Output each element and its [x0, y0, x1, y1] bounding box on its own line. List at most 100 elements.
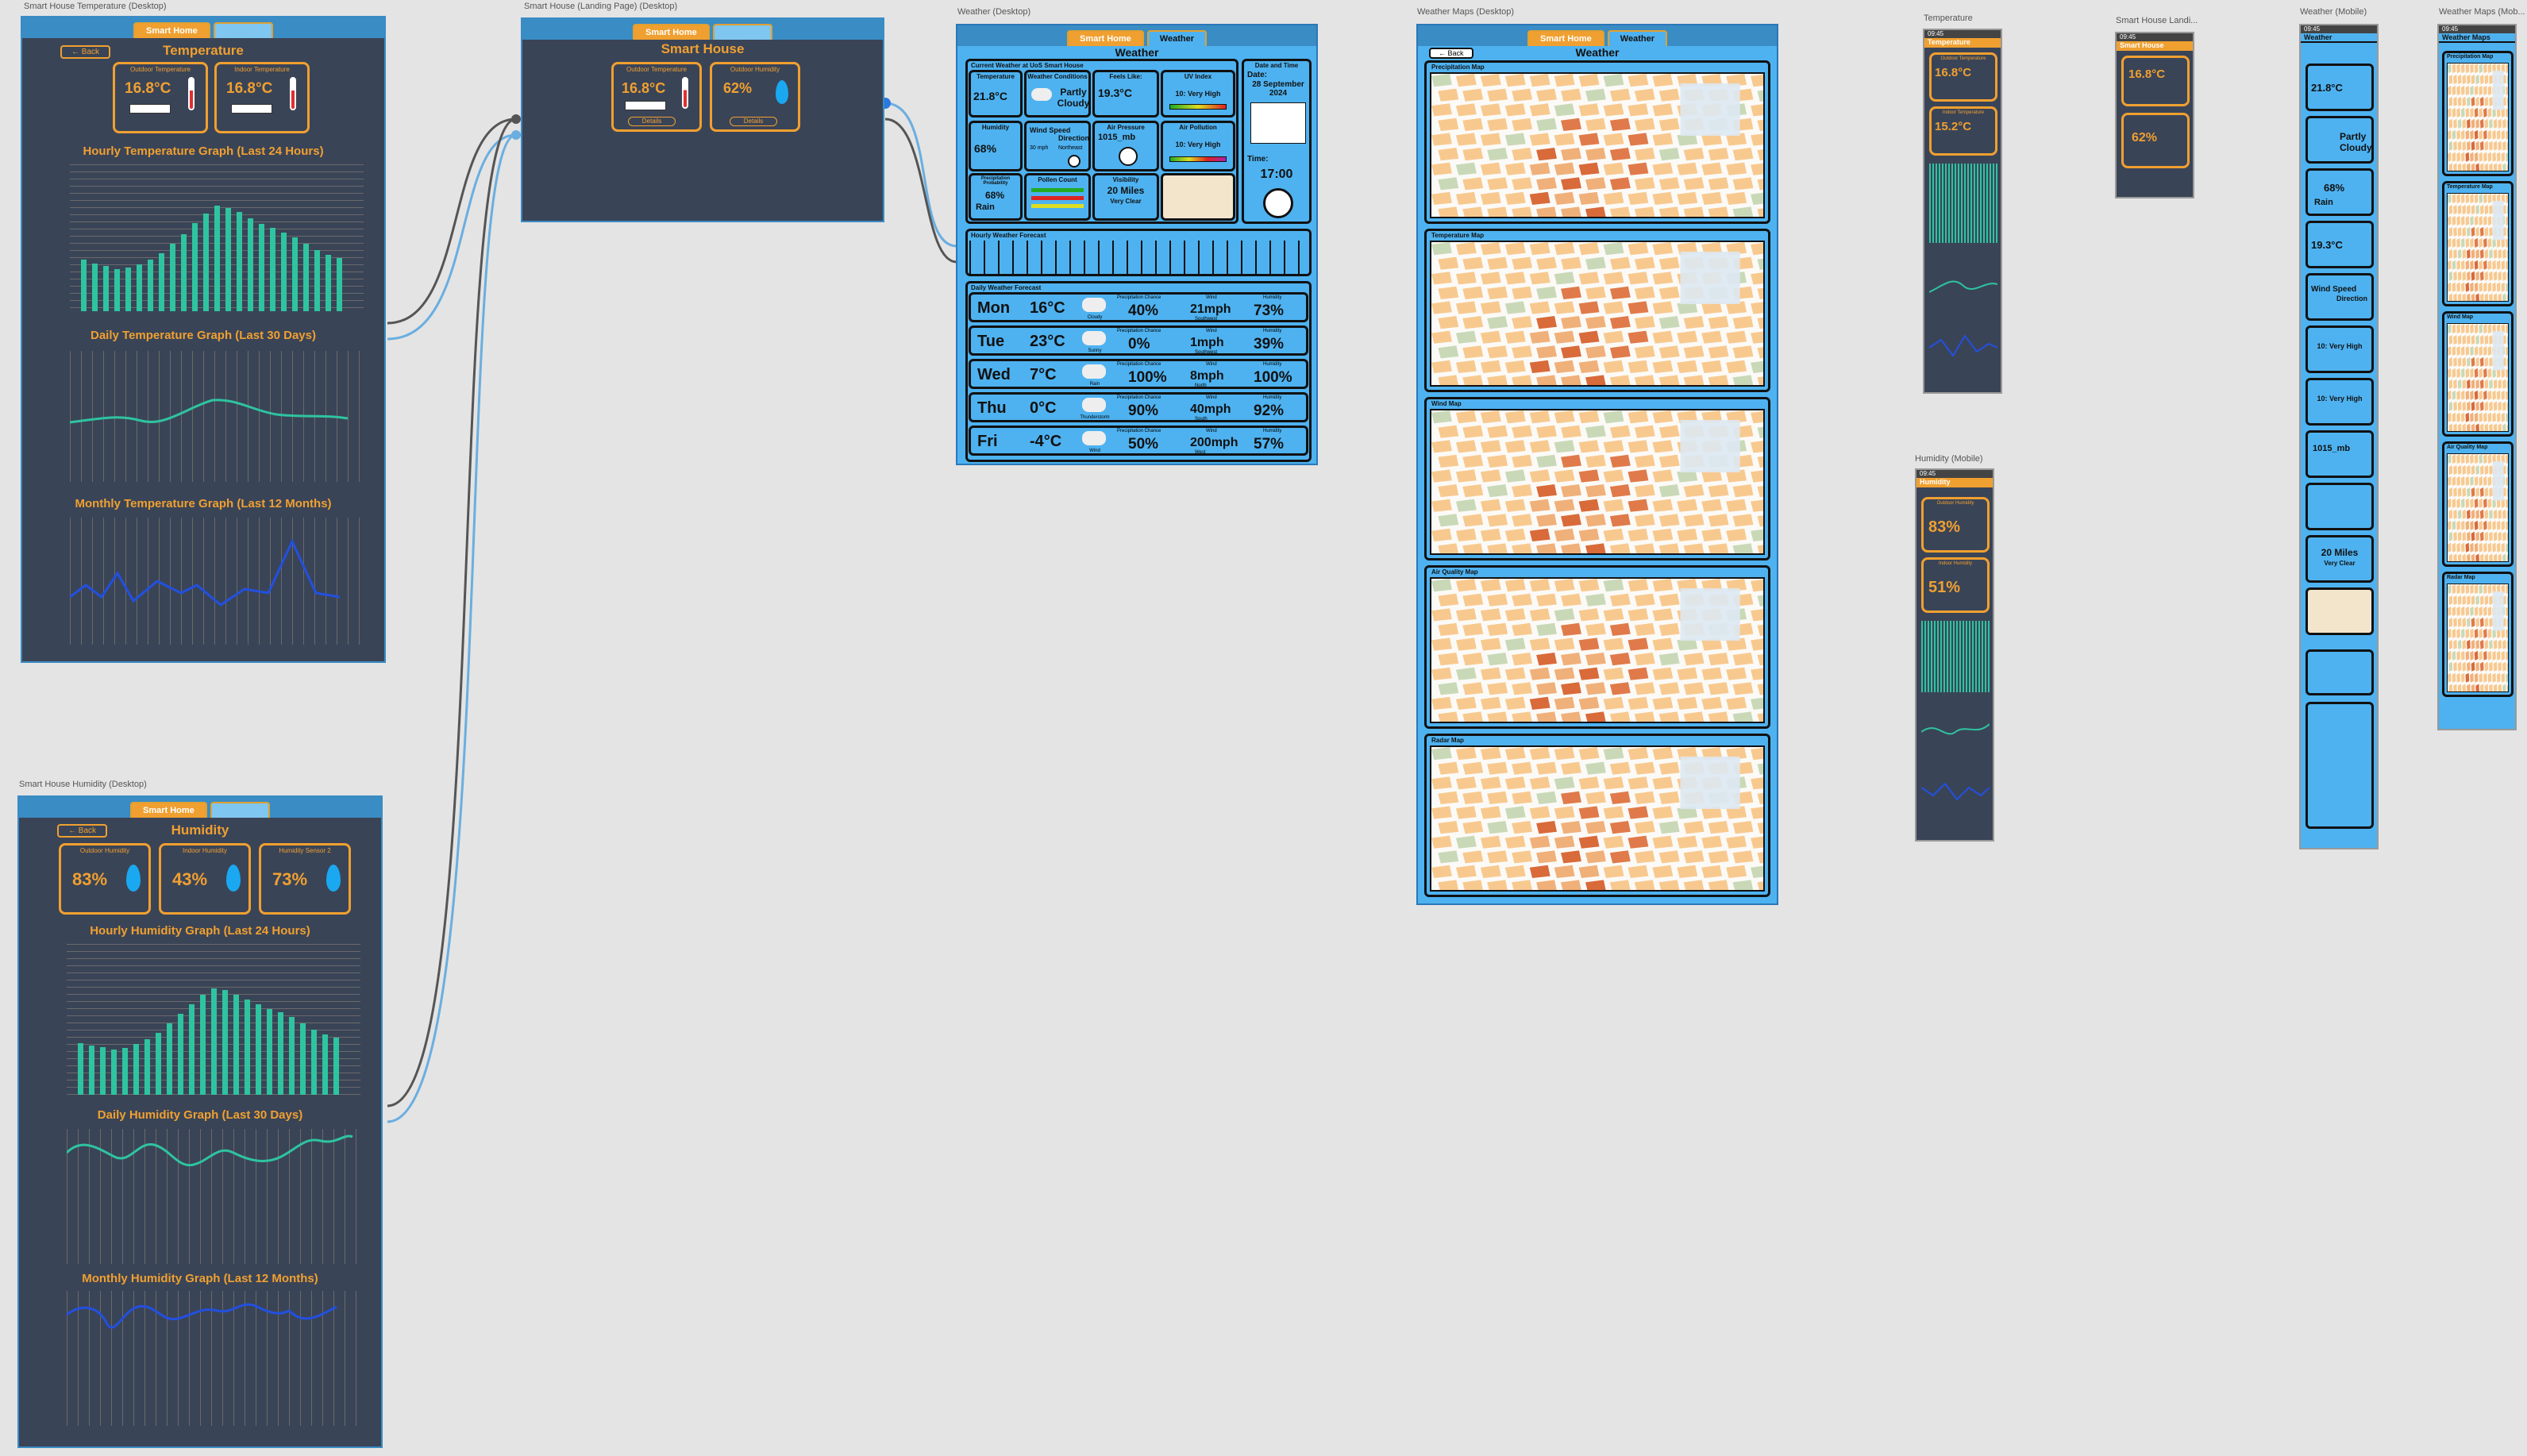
- mobile-map-panel-radar: Radar Map: [2442, 572, 2514, 697]
- daily-forecast-row: Thu 0°C Thunderstorm Precipitation Chanc…: [969, 392, 1308, 422]
- mobile-header-title: Humidity: [1916, 478, 1993, 487]
- mobile-precip-value: 68%: [2324, 182, 2345, 194]
- forecast-wind-dir: West: [1195, 450, 1206, 455]
- forecast-humidity: 100%: [1254, 369, 1292, 386]
- city-map-image[interactable]: [2447, 193, 2509, 302]
- map-title: Air Quality Map: [1431, 568, 1478, 576]
- tab-bar: Smart Home Weather: [1418, 25, 1777, 46]
- tab-smart-home[interactable]: Smart Home: [633, 24, 710, 40]
- mobile-visibility-box: 20 Miles Very Clear: [2306, 535, 2374, 583]
- wind-speed-label: Wind Speed: [1030, 126, 1071, 134]
- precip-chance-label: Precipitation Chance: [1117, 295, 1161, 300]
- mobile-indoor-label: Indoor Temperature: [1942, 110, 1985, 115]
- tab-smart-home[interactable]: Smart Home: [130, 802, 207, 818]
- back-button[interactable]: ← Back: [57, 824, 108, 838]
- mobile-hum-in-label: Indoor Humidity: [1938, 561, 1973, 566]
- tab-smart-home[interactable]: Smart Home: [133, 22, 210, 38]
- forecast-temp: 7°C: [1030, 366, 1057, 383]
- tab-weather[interactable]: Weather: [213, 22, 273, 38]
- outdoor-humidity-value: 83%: [72, 869, 108, 889]
- tab-weather[interactable]: Weather: [1146, 30, 1207, 46]
- water-drop-icon: [226, 865, 241, 892]
- temperature-mobile-frame: 09:45 Temperature Outdoor Temperature 16…: [1923, 29, 2002, 394]
- mobile-visibility-value: 20 Miles: [2321, 547, 2359, 558]
- landing-temp-card[interactable]: Outdoor Temperature 16.8°C Details: [611, 62, 702, 132]
- mobile-indoor-card: Indoor Temperature 15.2°C: [1929, 106, 1997, 156]
- mobile-visibility-status: Very Clear: [2324, 560, 2356, 567]
- tab-smart-home[interactable]: Smart Home: [1067, 30, 1144, 46]
- uv-label: UV Index: [1184, 73, 1212, 80]
- city-map-image[interactable]: [1430, 745, 1765, 892]
- mobile-cond-box: Partly Cloudy: [2306, 116, 2374, 164]
- mobile-landing-hum-card[interactable]: 62%: [2121, 113, 2190, 168]
- city-map-image[interactable]: [2447, 323, 2509, 432]
- precipitation-label: Precipitation Probability: [980, 176, 1011, 186]
- sensor2-humidity-value: 73%: [272, 869, 308, 889]
- thermometer-icon: [682, 77, 688, 109]
- landing-humidity-value: 62%: [723, 80, 753, 96]
- indoor-humidity-card: Indoor Humidity 43%: [159, 843, 251, 915]
- city-map-image[interactable]: [2447, 453, 2509, 562]
- tab-weather[interactable]: Weather: [1607, 30, 1667, 46]
- compass-icon: [1068, 155, 1081, 168]
- forecast-wind-dir: Southwest: [1195, 317, 1218, 322]
- details-button[interactable]: Details: [730, 117, 777, 126]
- wind-speed-value: 30 mph: [1030, 145, 1049, 151]
- mobile-hum-in-value: 51%: [1928, 579, 1961, 596]
- tab-bar: Smart Home Weather: [957, 25, 1316, 46]
- city-map-image[interactable]: [2447, 584, 2509, 692]
- forecast-condition-icon: [1082, 331, 1106, 345]
- mobile-landing-temp-card[interactable]: 16.8°C: [2121, 56, 2190, 106]
- monthly-humidity-line: [67, 1303, 337, 1329]
- mobile-pressure-value: 1015_mb: [2313, 444, 2351, 453]
- water-drop-icon: [126, 865, 141, 892]
- mobile-hourly-chart: [1921, 621, 1990, 692]
- indoor-temp-label: Indoor Temperature: [234, 66, 290, 73]
- landing-humidity-card[interactable]: Outdoor Humidity 62% Details: [710, 62, 800, 132]
- forecast-precip: 0%: [1128, 336, 1150, 352]
- indoor-temp-card: Indoor Temperature 16.8°C: [214, 62, 310, 133]
- unit-select[interactable]: [129, 104, 171, 114]
- details-button[interactable]: Details: [628, 117, 676, 126]
- mobile-mini-map[interactable]: [2306, 587, 2374, 635]
- landing-desktop-frame: Smart Home Weather Smart House Outdoor T…: [521, 17, 884, 222]
- city-map-image[interactable]: [1430, 241, 1765, 387]
- mini-map-box[interactable]: [1161, 173, 1235, 221]
- back-button[interactable]: ← Back: [60, 45, 111, 59]
- forecast-condition-icon: [1082, 398, 1106, 412]
- mobile-daily-forecast: [2306, 702, 2374, 829]
- mobile-wind-box: Wind Speed Direction: [2306, 273, 2374, 321]
- current-weather-label: Current Weather at UoS Smart House: [971, 62, 1084, 69]
- mobile-hum-out-value: 83%: [1928, 518, 1961, 536]
- mobile-pollution-box: 10: Very High: [2306, 378, 2374, 426]
- city-map-image[interactable]: [1430, 72, 1765, 218]
- tab-weather[interactable]: Weather: [712, 24, 772, 40]
- forecast-day: Wed: [977, 366, 1011, 383]
- tab-smart-home[interactable]: Smart Home: [1527, 30, 1604, 46]
- mobile-precip-box: 68% Rain: [2306, 168, 2374, 216]
- hourly-forecast-panel: Hourly Weather Forecast: [965, 229, 1312, 276]
- sensor2-humidity-label: Humidity Sensor 2: [279, 847, 331, 854]
- tab-weather[interactable]: Weather: [210, 802, 270, 818]
- forecast-wind: 1mph: [1190, 336, 1224, 349]
- unit-select[interactable]: [625, 101, 666, 110]
- visibility-box: Visibility 20 Miles Very Clear: [1092, 173, 1159, 221]
- mobile-map-panel-air: Air Quality Map: [2442, 441, 2514, 567]
- city-map-image[interactable]: [1430, 577, 1765, 723]
- date-time-panel: Date and Time Date: 28 September 2024 Ti…: [1242, 59, 1312, 224]
- hourly-forecast-strip: [969, 241, 1308, 274]
- precip-chance-label: Precipitation Chance: [1117, 395, 1161, 400]
- daily-forecast-label: Daily Weather Forecast: [971, 284, 1042, 291]
- unit-select[interactable]: [231, 104, 272, 114]
- back-button[interactable]: ← Back: [1429, 48, 1473, 59]
- sensor2-humidity-card: Humidity Sensor 2 73%: [259, 843, 351, 915]
- outdoor-humidity-card: Outdoor Humidity 83%: [59, 843, 151, 915]
- date-value: 28 September 2024: [1252, 80, 1304, 98]
- temperature-desktop-frame: Smart Home Weather Temperature ← Back Ou…: [21, 16, 386, 663]
- humidity-mobile-frame: 09:45 Humidity Outdoor Humidity 83% Indo…: [1915, 468, 1994, 842]
- city-map-image[interactable]: [1430, 409, 1765, 555]
- forecast-wind: 40mph: [1190, 403, 1231, 416]
- city-map-image[interactable]: [2447, 63, 2509, 171]
- feels-like-label: Feels Like:: [1109, 73, 1142, 80]
- wind-box: Wind Speed Direction 30 mph Northeast: [1024, 121, 1091, 171]
